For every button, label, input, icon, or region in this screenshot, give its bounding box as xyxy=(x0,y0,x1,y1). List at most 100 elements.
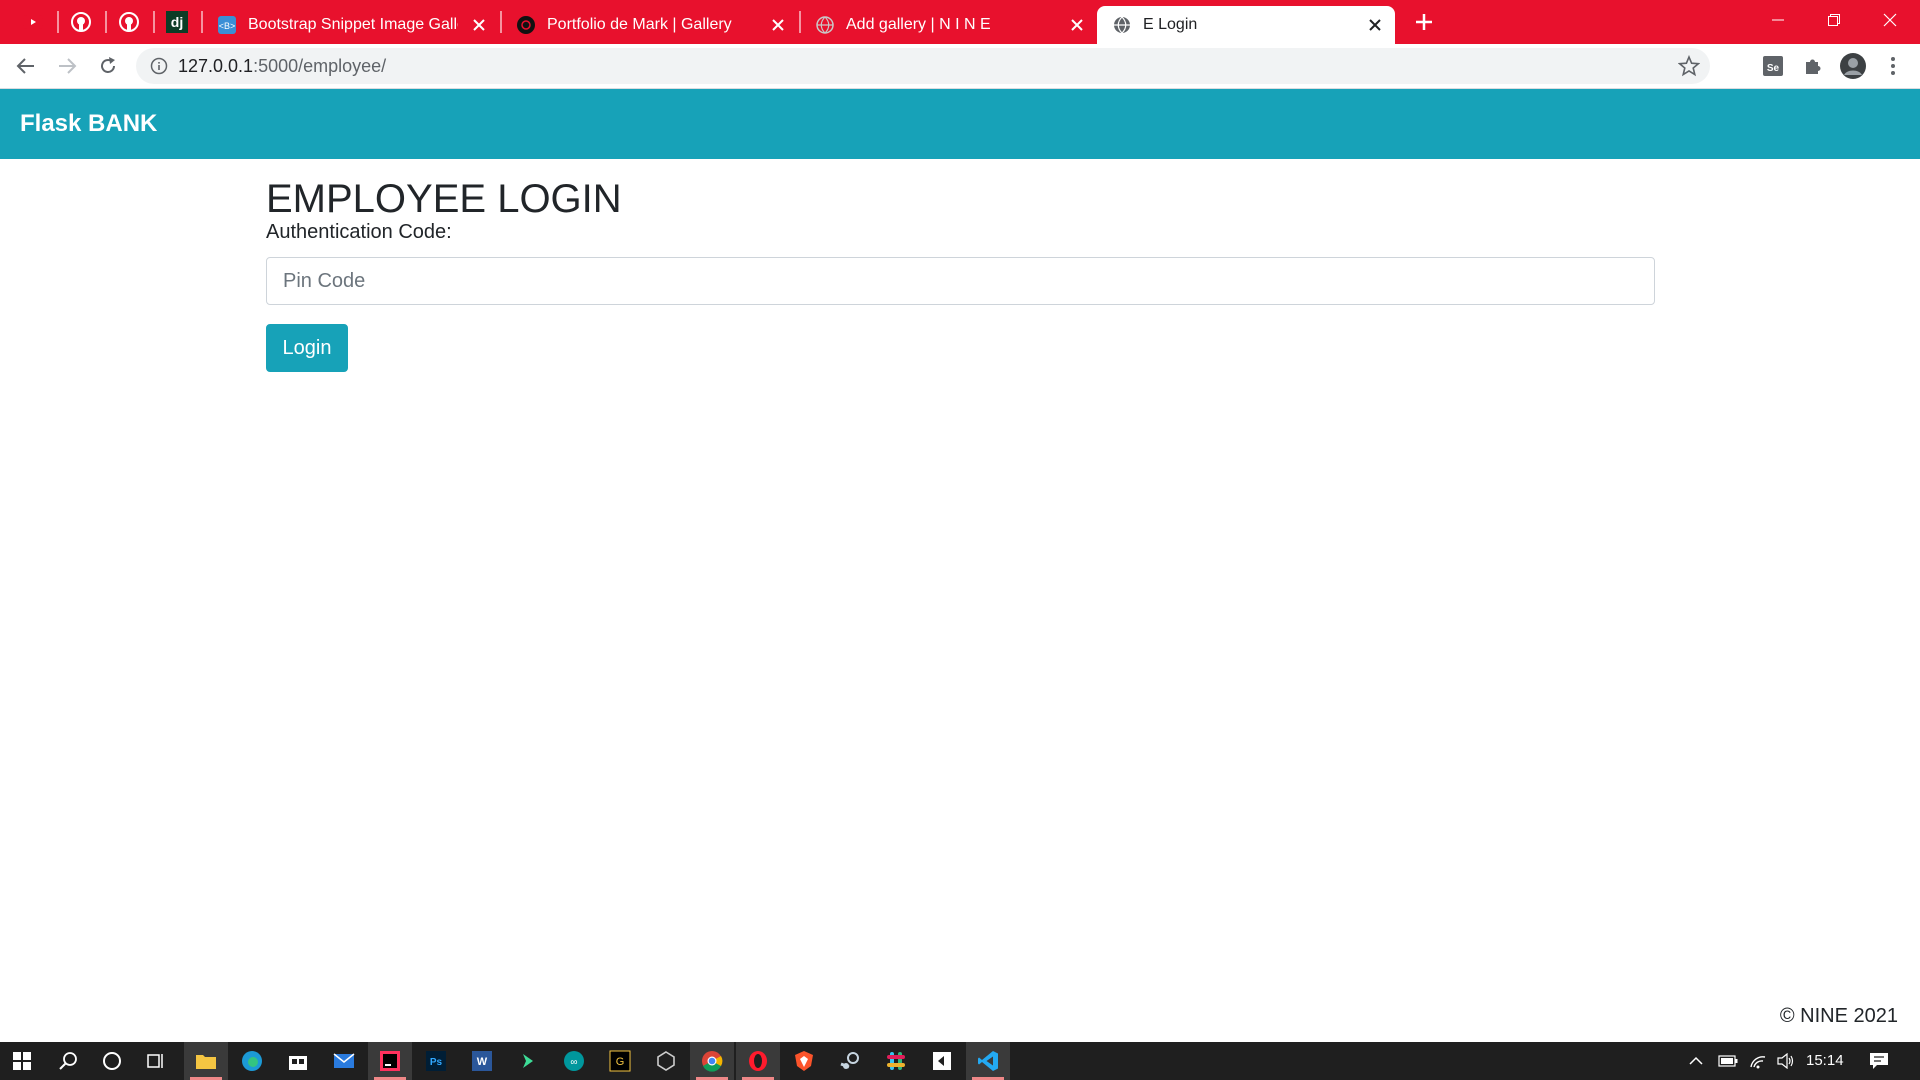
selenium-extension-button[interactable]: Se xyxy=(1757,50,1789,82)
taskbar-arduino[interactable]: ∞ xyxy=(552,1042,596,1080)
login-button[interactable]: Login xyxy=(266,324,348,372)
extensions-button[interactable] xyxy=(1797,50,1829,82)
pinned-tab-youtube[interactable] xyxy=(10,6,56,38)
taskbar-tool[interactable] xyxy=(506,1042,550,1080)
chevron-up-icon xyxy=(1689,1056,1703,1065)
tab-e-login[interactable]: E Login xyxy=(1097,6,1395,44)
pinned-tab-github-2[interactable] xyxy=(106,6,152,38)
windows-taskbar: Ps W ∞ G 15:14 xyxy=(0,1042,1920,1080)
tab-bootstrap-snippet[interactable]: <B> Bootstrap Snippet Image Gallery xyxy=(202,6,499,44)
taskbar-slack[interactable] xyxy=(874,1042,918,1080)
minimize-button[interactable] xyxy=(1750,0,1806,40)
github-icon xyxy=(71,12,91,32)
mail-icon xyxy=(333,1053,355,1068)
star-icon[interactable] xyxy=(1678,55,1700,77)
more-vertical-icon xyxy=(1891,57,1895,75)
site-navbar: Flask BANK xyxy=(0,89,1920,159)
restore-icon xyxy=(1828,14,1840,26)
wifi-icon xyxy=(1750,1056,1766,1069)
arduino-icon: ∞ xyxy=(564,1051,584,1071)
taskbar-file-explorer[interactable] xyxy=(184,1042,228,1080)
svg-text:Ps: Ps xyxy=(430,1057,443,1068)
info-icon[interactable] xyxy=(150,57,168,75)
tab-title: Portfolio de Mark | Gallery xyxy=(547,16,732,33)
taskbar-word[interactable]: W xyxy=(460,1042,504,1080)
back-button[interactable] xyxy=(10,50,42,82)
network-button[interactable] xyxy=(1744,1042,1772,1080)
youtube-icon xyxy=(23,15,43,29)
close-tab-icon[interactable] xyxy=(1067,15,1087,35)
new-tab-button[interactable] xyxy=(1410,8,1438,36)
tool-icon xyxy=(523,1054,533,1068)
github-icon xyxy=(119,12,139,32)
tab-title: Bootstrap Snippet Image Gallery xyxy=(248,16,458,33)
footer-copyright: © NINE 2021 xyxy=(1779,1005,1898,1027)
steam-icon xyxy=(840,1052,859,1069)
pin-code-input[interactable] xyxy=(266,257,1655,305)
auth-code-label: Authentication Code: xyxy=(266,221,452,243)
svg-text:<B>: <B> xyxy=(219,21,236,31)
vscode-icon xyxy=(978,1051,998,1071)
brave-icon xyxy=(795,1051,813,1071)
taskbar-clock[interactable]: 15:14 xyxy=(1806,1042,1844,1080)
battery-button[interactable] xyxy=(1714,1042,1742,1080)
task-view-button[interactable] xyxy=(134,1042,178,1080)
bootstrap-snippet-icon: <B> xyxy=(218,16,236,34)
action-center-button[interactable] xyxy=(1862,1042,1896,1080)
url-text[interactable]: 127.0.0.1:5000/employee/ xyxy=(178,48,386,84)
photoshop-icon: Ps xyxy=(426,1051,446,1071)
globe-icon xyxy=(816,16,834,34)
taskbar-brave[interactable] xyxy=(782,1042,826,1080)
tray-overflow-button[interactable] xyxy=(1682,1042,1710,1080)
taskbar-photoshop[interactable]: Ps xyxy=(414,1042,458,1080)
tab-add-gallery[interactable]: Add gallery | N I N E xyxy=(800,6,1097,44)
start-button[interactable] xyxy=(0,1042,44,1080)
taskbar-mail[interactable] xyxy=(322,1042,366,1080)
opera-icon xyxy=(749,1051,767,1071)
address-bar[interactable]: 127.0.0.1:5000/employee/ xyxy=(136,48,1710,84)
taskbar-app-g[interactable]: G xyxy=(598,1042,642,1080)
task-view-icon xyxy=(147,1054,163,1068)
cortana-icon xyxy=(103,1052,121,1070)
reload-button[interactable] xyxy=(92,50,124,82)
plus-icon xyxy=(1416,14,1432,30)
cortana-button[interactable] xyxy=(90,1042,134,1080)
web-page: Flask BANK EMPLOYEE LOGIN Authentication… xyxy=(0,89,1920,1042)
puzzle-icon xyxy=(1806,59,1821,74)
close-tab-icon[interactable] xyxy=(1365,15,1385,35)
menu-button[interactable] xyxy=(1877,50,1909,82)
close-tab-icon[interactable] xyxy=(469,15,489,35)
app-g-icon: G xyxy=(609,1050,631,1072)
taskbar-store[interactable] xyxy=(276,1042,320,1080)
volume-button[interactable] xyxy=(1772,1042,1800,1080)
restore-button[interactable] xyxy=(1806,0,1862,40)
app-icon xyxy=(933,1052,951,1070)
pinned-tab-github[interactable] xyxy=(58,6,104,38)
taskbar-vscode[interactable] xyxy=(966,1042,1010,1080)
taskbar-edge[interactable] xyxy=(230,1042,274,1080)
taskbar-intellij[interactable] xyxy=(368,1042,412,1080)
taskbar-unity[interactable] xyxy=(644,1042,688,1080)
search-button[interactable] xyxy=(46,1042,90,1080)
battery-icon xyxy=(1718,1055,1738,1067)
taskbar-chrome[interactable] xyxy=(690,1042,734,1080)
svg-text:G: G xyxy=(616,1056,625,1068)
globe-icon xyxy=(1113,16,1131,34)
svg-text:W: W xyxy=(477,1056,488,1068)
taskbar-steam[interactable] xyxy=(828,1042,872,1080)
search-icon xyxy=(59,1052,77,1070)
navbar-brand[interactable]: Flask BANK xyxy=(20,89,157,159)
start-icon xyxy=(13,1052,31,1070)
close-window-button[interactable] xyxy=(1862,0,1918,40)
intellij-icon xyxy=(380,1051,400,1071)
taskbar-opera[interactable] xyxy=(736,1042,780,1080)
pinned-tab-django[interactable]: dj xyxy=(154,6,200,38)
forward-button[interactable] xyxy=(51,50,83,82)
close-tab-icon[interactable] xyxy=(768,15,788,35)
unity-icon xyxy=(657,1051,675,1071)
minimize-icon xyxy=(1772,19,1784,21)
tab-portfolio[interactable]: Portfolio de Mark | Gallery xyxy=(501,6,798,44)
browser-tab-strip: dj <B> Bootstrap Snippet Image Gallery P… xyxy=(0,0,1920,44)
profile-button[interactable] xyxy=(1837,50,1869,82)
taskbar-app[interactable] xyxy=(920,1042,964,1080)
